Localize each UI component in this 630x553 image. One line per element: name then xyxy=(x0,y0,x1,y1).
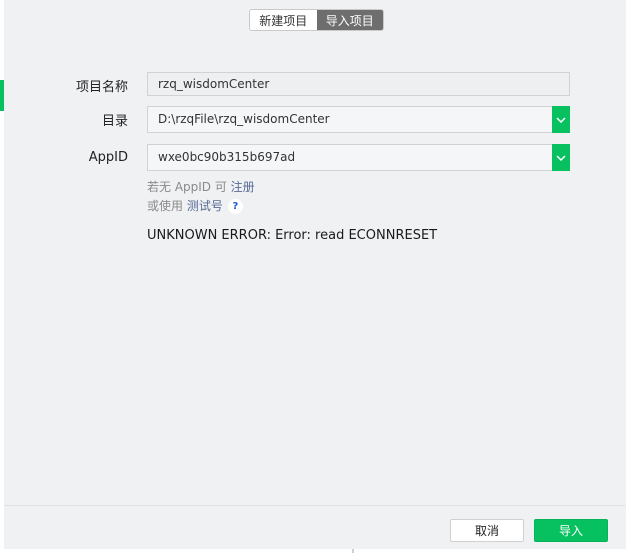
chevron-down-icon xyxy=(556,154,566,161)
test-account-link[interactable]: 测试号 xyxy=(187,199,223,213)
cancel-button[interactable]: 取消 xyxy=(450,519,524,542)
no-appid-hint: 若无 AppID 可 注册 xyxy=(147,178,255,195)
appid-select[interactable]: wxe0bc90b315b697ad xyxy=(147,144,570,171)
directory-select[interactable]: D:\rzqFile\rzq_wisdomCenter xyxy=(147,106,570,133)
left-accent-bar xyxy=(0,80,4,111)
test-account-hint: 或使用 测试号? xyxy=(147,197,243,214)
edge-mark xyxy=(352,549,354,553)
register-link[interactable]: 注册 xyxy=(231,180,255,194)
import-button[interactable]: 导入 xyxy=(534,519,608,542)
or-use-text: 或使用 xyxy=(147,199,187,213)
no-appid-text: 若无 AppID 可 xyxy=(147,180,231,194)
project-name-input[interactable]: rzq_wisdomCenter xyxy=(147,72,570,96)
appid-dropdown-button[interactable] xyxy=(552,144,570,171)
footer-divider xyxy=(4,505,626,506)
import-project-dialog: 新建项目 导入项目 项目名称 rzq_wisdomCenter 目录 D:\rz… xyxy=(0,0,630,553)
appid-value: wxe0bc90b315b697ad xyxy=(158,150,296,164)
project-name-label: 项目名称 xyxy=(75,80,128,95)
directory-dropdown-button[interactable] xyxy=(552,106,570,133)
appid-label: AppID xyxy=(88,150,128,165)
chevron-down-icon xyxy=(556,116,566,123)
error-message: UNKNOWN ERROR: Error: read ECONNRESET xyxy=(147,228,438,243)
tab-import-project[interactable]: 导入项目 xyxy=(316,10,383,30)
bottom-edge xyxy=(0,549,630,553)
project-mode-tabs: 新建项目 导入项目 xyxy=(249,9,384,31)
tab-new-project[interactable]: 新建项目 xyxy=(250,10,317,30)
question-icon[interactable]: ? xyxy=(227,199,243,214)
right-edge xyxy=(626,0,630,549)
directory-label: 目录 xyxy=(101,114,128,129)
directory-value: D:\rzqFile\rzq_wisdomCenter xyxy=(158,112,330,126)
